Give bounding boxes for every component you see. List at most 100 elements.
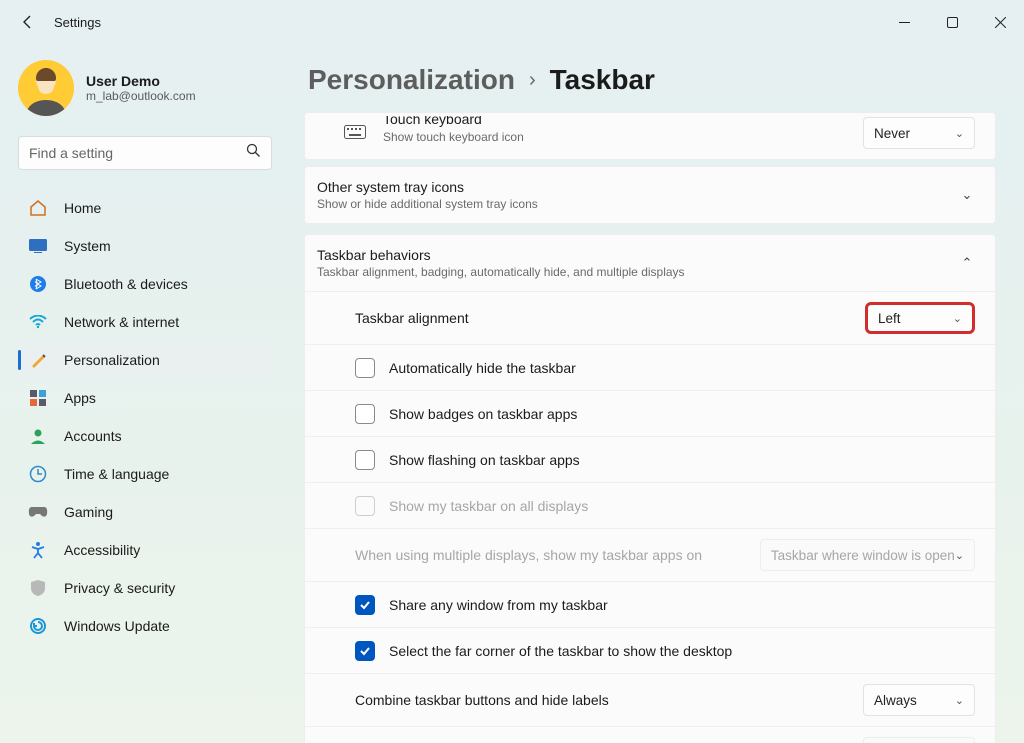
keyboard-icon (343, 121, 367, 145)
nav-bluetooth[interactable]: Bluetooth & devices (18, 266, 272, 302)
user-email: m_lab@outlook.com (86, 89, 196, 103)
breadcrumb-current: Taskbar (550, 64, 655, 96)
touch-keyboard-sub: Show touch keyboard icon (383, 130, 863, 144)
nav-update[interactable]: Windows Update (18, 608, 272, 644)
row-combine1: Combine taskbar buttons and hide labels … (305, 673, 995, 726)
paintbrush-icon (28, 350, 48, 370)
minimize-icon (899, 17, 910, 28)
multi-where-select: Taskbar where window is open ⌄ (760, 539, 975, 571)
chevron-down-icon[interactable]: ⌄ (959, 187, 975, 203)
breadcrumb-parent[interactable]: Personalization (308, 64, 515, 96)
nav-gaming[interactable]: Gaming (18, 494, 272, 530)
search-input[interactable] (29, 145, 246, 161)
autohide-checkbox[interactable] (355, 358, 375, 378)
row-badges[interactable]: Show badges on taskbar apps (305, 390, 995, 436)
touch-keyboard-panel[interactable]: Touch keyboard Show touch keyboard icon … (304, 112, 996, 160)
close-button[interactable] (980, 7, 1020, 37)
all-displays-checkbox (355, 496, 375, 516)
combine1-value: Always (874, 693, 917, 708)
apps-icon (28, 388, 48, 408)
search-box[interactable] (18, 136, 272, 170)
flashing-checkbox[interactable] (355, 450, 375, 470)
chevron-down-icon: ⌄ (955, 127, 964, 140)
autohide-label: Automatically hide the taskbar (389, 360, 576, 376)
nav-time[interactable]: Time & language (18, 456, 272, 492)
multi-where-value: Taskbar where window is open (771, 548, 955, 563)
combine1-select[interactable]: Always ⌄ (863, 684, 975, 716)
nav-accessibility[interactable]: Accessibility (18, 532, 272, 568)
row-autohide[interactable]: Automatically hide the taskbar (305, 344, 995, 390)
share-checkbox[interactable] (355, 595, 375, 615)
all-displays-label: Show my taskbar on all displays (389, 498, 588, 514)
user-profile[interactable]: User Demo m_lab@outlook.com (18, 60, 272, 116)
touch-keyboard-title: Touch keyboard (383, 116, 863, 128)
row-alignment: Taskbar alignment Left ⌄ (305, 291, 995, 344)
breadcrumb: Personalization › Taskbar (308, 64, 996, 96)
row-all-displays: Show my taskbar on all displays (305, 482, 995, 528)
nav-network[interactable]: Network & internet (18, 304, 272, 340)
bluetooth-icon (28, 274, 48, 294)
combine1-label: Combine taskbar buttons and hide labels (355, 692, 609, 708)
nav-privacy[interactable]: Privacy & security (18, 570, 272, 606)
nav-gaming-label: Gaming (64, 504, 113, 520)
combine2-select: Always ⌄ (863, 737, 975, 743)
nav-system[interactable]: System (18, 228, 272, 264)
back-button[interactable] (12, 6, 44, 38)
accessibility-icon (28, 540, 48, 560)
window-title: Settings (54, 15, 101, 30)
row-flashing[interactable]: Show flashing on taskbar apps (305, 436, 995, 482)
user-name: User Demo (86, 73, 196, 89)
badges-label: Show badges on taskbar apps (389, 406, 577, 422)
shield-icon (28, 578, 48, 598)
row-share[interactable]: Share any window from my taskbar (305, 581, 995, 627)
tray-sub: Show or hide additional system tray icon… (317, 197, 959, 211)
system-icon (28, 236, 48, 256)
nav-home-label: Home (64, 200, 101, 216)
arrow-left-icon (20, 14, 36, 30)
nav-apps[interactable]: Apps (18, 380, 272, 416)
chevron-right-icon: › (529, 69, 536, 92)
tray-icons-panel[interactable]: Other system tray icons Show or hide add… (304, 166, 996, 224)
avatar (18, 60, 74, 116)
share-label: Share any window from my taskbar (389, 597, 608, 613)
chevron-down-icon: ⌄ (955, 694, 964, 707)
search-icon (246, 143, 261, 163)
home-icon (28, 198, 48, 218)
far-corner-label: Select the far corner of the taskbar to … (389, 643, 732, 659)
row-far-corner[interactable]: Select the far corner of the taskbar to … (305, 627, 995, 673)
main-content: Personalization › Taskbar Touch keyboard… (290, 44, 1024, 743)
gamepad-icon (28, 502, 48, 522)
touch-keyboard-select[interactable]: Never ⌄ (863, 117, 975, 149)
maximize-button[interactable] (932, 7, 972, 37)
far-corner-checkbox[interactable] (355, 641, 375, 661)
sidebar: User Demo m_lab@outlook.com Home System … (0, 44, 290, 743)
wifi-icon (28, 312, 48, 332)
alignment-select[interactable]: Left ⌄ (865, 302, 975, 334)
nav-update-label: Windows Update (64, 618, 170, 634)
update-icon (28, 616, 48, 636)
minimize-button[interactable] (884, 7, 924, 37)
nav-apps-label: Apps (64, 390, 96, 406)
chevron-up-icon[interactable]: ⌃ (959, 255, 975, 271)
chevron-down-icon: ⌄ (953, 312, 962, 325)
nav-bluetooth-label: Bluetooth & devices (64, 276, 188, 292)
row-multi-displays: When using multiple displays, show my ta… (305, 528, 995, 581)
badges-checkbox[interactable] (355, 404, 375, 424)
nav-time-label: Time & language (64, 466, 169, 482)
chevron-down-icon: ⌄ (955, 549, 964, 562)
nav-accessibility-label: Accessibility (64, 542, 140, 558)
nav-privacy-label: Privacy & security (64, 580, 175, 596)
row-combine2: Combine taskbar buttons and hide labels … (305, 726, 995, 743)
behaviors-title: Taskbar behaviors (317, 247, 959, 263)
nav-accounts[interactable]: Accounts (18, 418, 272, 454)
person-icon (28, 426, 48, 446)
nav-home[interactable]: Home (18, 190, 272, 226)
taskbar-behaviors-header[interactable]: Taskbar behaviors Taskbar alignment, bad… (305, 235, 995, 291)
flashing-label: Show flashing on taskbar apps (389, 452, 580, 468)
alignment-label: Taskbar alignment (355, 310, 469, 326)
taskbar-behaviors-panel: Taskbar behaviors Taskbar alignment, bad… (304, 234, 996, 743)
behaviors-sub: Taskbar alignment, badging, automaticall… (317, 265, 959, 279)
nav-personalization[interactable]: Personalization (18, 342, 272, 378)
multi-where-label: When using multiple displays, show my ta… (355, 547, 702, 563)
alignment-value: Left (878, 311, 901, 326)
